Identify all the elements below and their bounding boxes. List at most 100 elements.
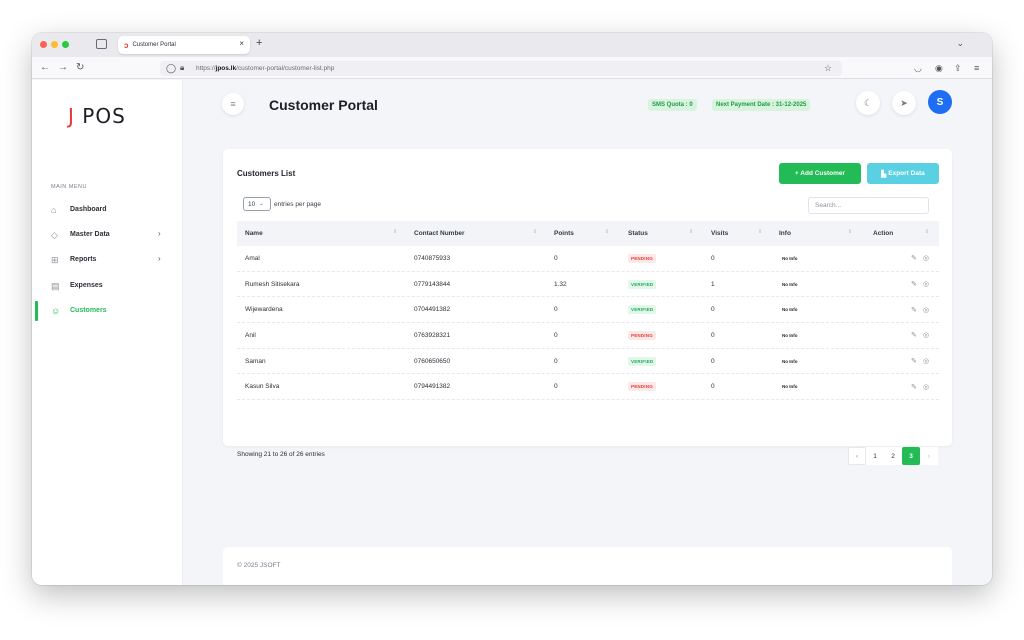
view-eye-icon[interactable]: ◎ <box>923 297 929 322</box>
chevron-right-icon: › <box>158 229 161 238</box>
column-header-points[interactable]: Points <box>554 221 574 246</box>
menu-icon[interactable]: ≡ <box>974 63 979 73</box>
customer-visits: 0 <box>711 331 715 339</box>
search-input[interactable]: Search... <box>808 197 929 214</box>
customer-visits: 0 <box>711 306 715 314</box>
sidebar-item-customers[interactable]: ☺ Customers <box>32 301 183 321</box>
jpos-favicon-icon: ↄ <box>124 40 129 50</box>
column-header-contact[interactable]: Contact Number <box>414 221 465 246</box>
column-header-name[interactable]: Name <box>245 221 263 246</box>
forward-arrow-icon[interactable]: → <box>58 62 68 73</box>
sort-icon[interactable]: ⇕ <box>758 229 762 235</box>
edit-pencil-icon[interactable]: ✎ <box>911 297 917 322</box>
customer-info: No Info <box>782 255 798 261</box>
close-window-button[interactable] <box>40 41 47 48</box>
chevron-down-icon: ⌄ <box>259 201 264 207</box>
user-icon: ☺ <box>51 306 61 316</box>
reload-icon[interactable]: ↻ <box>76 62 84 73</box>
shield-icon[interactable]: ◯ <box>166 63 176 74</box>
edit-pencil-icon[interactable]: ✎ <box>911 374 917 399</box>
pagination-page-2[interactable]: 2 <box>884 447 902 465</box>
table-row: Wijewardena 0704491382 0 VERIFIED 0 No I… <box>237 297 939 324</box>
status-badge: PENDING <box>628 253 656 263</box>
view-eye-icon[interactable]: ◎ <box>923 272 929 297</box>
view-eye-icon[interactable]: ◎ <box>923 246 929 271</box>
account-icon[interactable]: ◉ <box>935 63 943 74</box>
edit-pencil-icon[interactable]: ✎ <box>911 246 917 271</box>
view-eye-icon[interactable]: ◎ <box>923 374 929 399</box>
browser-tab[interactable]: ↄ Customer Portal × <box>118 36 250 54</box>
customer-points: 0 <box>554 306 558 314</box>
pagination-page-1[interactable]: 1 <box>866 447 884 465</box>
column-header-visits[interactable]: Visits <box>711 221 728 246</box>
customer-name: Kasun Silva <box>245 383 280 391</box>
entries-label: entries per page <box>274 200 321 208</box>
column-header-info[interactable]: Info <box>779 221 791 246</box>
export-data-button[interactable]: ▙ Export Data <box>867 163 939 184</box>
view-eye-icon[interactable]: ◎ <box>923 323 929 348</box>
table-row: Saman 0760650650 0 VERIFIED 0 No Info ✎ … <box>237 349 939 375</box>
customer-status: VERIFIED <box>628 349 657 374</box>
send-icon[interactable]: ➤ <box>892 91 916 115</box>
sort-icon[interactable]: ⇕ <box>848 229 852 235</box>
url-host: jpos.lk <box>215 65 237 72</box>
pocket-icon[interactable]: ◡ <box>914 63 922 74</box>
tab-overview-icon[interactable] <box>96 39 107 49</box>
next-payment-badge: Next Payment Date : 31-12-2025 <box>712 99 811 111</box>
customer-status: PENDING <box>628 374 656 399</box>
customer-name: Wijewardena <box>245 306 283 314</box>
customer-points: 0 <box>554 254 558 262</box>
customer-status: PENDING <box>628 323 656 348</box>
edit-pencil-icon[interactable]: ✎ <box>911 349 917 374</box>
column-header-action[interactable]: Action <box>873 221 893 246</box>
entries-per-page: 10 ⌄ entries per page <box>243 197 321 211</box>
url-prefix: https:// <box>196 65 216 72</box>
sidebar-item-master-data[interactable]: ◇ Master Data › <box>32 225 183 245</box>
pagination-page-3[interactable]: 3 <box>902 447 920 465</box>
sms-quota-badge: SMS Quota : 0 <box>648 99 697 111</box>
minimize-window-button[interactable] <box>51 41 58 48</box>
tab-list-chevron-icon[interactable]: ⌄ <box>956 38 964 49</box>
sidebar-item-expenses[interactable]: ▤ Expenses <box>32 276 183 296</box>
logo-text: POS <box>82 104 126 128</box>
edit-pencil-icon[interactable]: ✎ <box>911 323 917 348</box>
customer-name: Rumesh Sitisekara <box>245 280 300 288</box>
sort-icon[interactable]: ⇕ <box>925 229 929 235</box>
status-badge: VERIFIED <box>628 279 657 289</box>
customers-table: Name ⇕ Contact Number ⇕ Points ⇕ Status … <box>237 221 939 401</box>
maximize-window-button[interactable] <box>62 41 69 48</box>
sort-icon[interactable]: ⇕ <box>605 229 609 235</box>
customer-visits: 0 <box>711 383 715 391</box>
avatar[interactable]: S <box>928 90 952 114</box>
customer-name: Saman <box>245 357 266 365</box>
hamburger-menu-icon[interactable]: ≡ <box>222 93 244 115</box>
sidebar: J POS MAIN MENU ⌂ Dashboard ◇ Master Dat… <box>32 80 183 585</box>
pagination-prev-button[interactable]: ‹ <box>848 447 866 465</box>
add-customer-button[interactable]: + Add Customer <box>779 163 861 184</box>
tab-close-icon[interactable]: × <box>239 39 244 48</box>
jpos-logo[interactable]: J POS <box>68 104 126 128</box>
chevron-right-icon: › <box>158 254 161 263</box>
entries-select[interactable]: 10 ⌄ <box>243 197 271 211</box>
customer-contact: 0779143844 <box>414 280 451 288</box>
sort-icon[interactable]: ⇕ <box>533 229 537 235</box>
extensions-icon[interactable]: ⇪ <box>954 63 962 74</box>
new-tab-button[interactable]: + <box>256 37 262 49</box>
sort-icon[interactable]: ⇕ <box>689 229 693 235</box>
status-badge: PENDING <box>628 330 656 340</box>
sidebar-item-reports[interactable]: ⊞ Reports › <box>32 250 183 270</box>
dark-mode-moon-icon[interactable]: ☾ <box>856 91 880 115</box>
back-arrow-icon[interactable]: ← <box>40 62 50 73</box>
pagination-next-button[interactable]: › <box>920 447 938 465</box>
edit-pencil-icon[interactable]: ✎ <box>911 272 917 297</box>
sidebar-item-dashboard[interactable]: ⌂ Dashboard <box>32 200 183 220</box>
lock-icon[interactable]: 🔒︎ <box>180 63 184 73</box>
bookmark-star-icon[interactable]: ☆ <box>824 63 832 74</box>
status-badge: VERIFIED <box>628 305 657 315</box>
customer-points: 0 <box>554 357 558 365</box>
status-badge: VERIFIED <box>628 356 657 366</box>
address-bar[interactable]: ◯ 🔒︎ https://jpos.lk/customer-portal/cus… <box>160 61 842 76</box>
column-header-status[interactable]: Status <box>628 221 648 246</box>
sort-icon[interactable]: ⇕ <box>393 229 397 235</box>
view-eye-icon[interactable]: ◎ <box>923 349 929 374</box>
